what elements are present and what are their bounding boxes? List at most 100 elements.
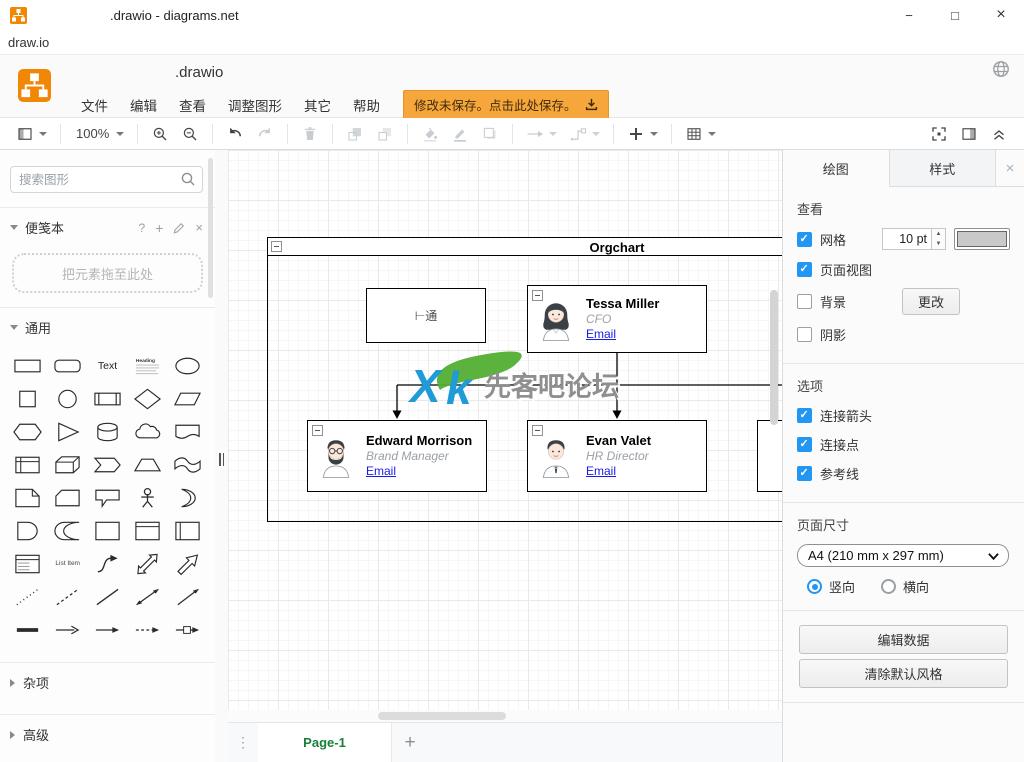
shape-actor[interactable] [127,481,167,514]
shape-bidirectional-arrow[interactable] [127,547,167,580]
toolbar-shadow-button[interactable] [475,122,505,146]
menu-view[interactable]: 查看 [168,91,217,119]
toolbar-line-color-button[interactable] [445,122,475,146]
clear-default-style-button[interactable]: 清除默认风格 [799,659,1008,688]
scratchpad-dropzone[interactable]: 把元素拖至此处 [12,253,203,293]
shape-container[interactable] [88,514,128,547]
page-tab-1[interactable]: Page-1 [258,723,392,762]
canvas-horizontal-scrollbar[interactable] [228,710,782,722]
email-link[interactable]: Email [586,464,616,479]
shape-cloud[interactable] [127,415,167,448]
shape-parallelogram[interactable] [167,382,207,415]
grid-checkbox[interactable] [797,232,812,247]
shape-dashed-arrow[interactable] [127,613,167,646]
orgchart-node-edward[interactable]: Edward Morrison Brand Manager Email [307,420,487,492]
shape-square[interactable] [8,382,48,415]
shape-or[interactable] [167,481,207,514]
stepper-up-icon[interactable]: ▲ [932,229,945,239]
portrait-radio[interactable]: 竖向 [807,577,855,596]
toolbar-collapse-expand-button[interactable] [984,122,1014,146]
change-background-button[interactable]: 更改 [902,288,960,315]
shape-cube[interactable] [48,448,88,481]
toolbar-zoom-in-button[interactable] [145,122,175,146]
paper-size-select[interactable]: A4 (210 mm x 297 mm) [797,544,1009,567]
collapse-node-icon[interactable] [312,425,323,436]
menu-extras[interactable]: 其它 [293,91,342,119]
guides-checkbox[interactable] [797,466,812,481]
shape-arrow-shape[interactable] [167,547,207,580]
canvas-vertical-scrollbar[interactable] [770,290,778,425]
grid-color-swatch[interactable] [954,228,1010,250]
toolbar-pageview-button[interactable] [10,122,53,146]
toolbar-delete-button[interactable] [295,122,325,146]
grid-size-input[interactable] [882,228,932,250]
shadow-checkbox[interactable] [797,327,812,342]
shape-note[interactable] [8,481,48,514]
diagram-canvas[interactable]: Orgchart ⊢通 [228,150,782,710]
language-globe-icon[interactable] [992,60,1010,78]
shape-rectangle[interactable] [8,349,48,382]
shape-arrow-thin[interactable] [88,613,128,646]
shape-list-item[interactable]: List Item [48,547,88,580]
scratchpad-add-icon[interactable]: + [155,220,163,236]
shape-vertical-container[interactable] [167,514,207,547]
shape-directional-connector[interactable] [167,580,207,613]
sidebar-splitter[interactable] [215,150,228,762]
shape-curve[interactable] [88,547,128,580]
orgchart-node-evan[interactable]: Evan Valet HR Director Email [527,420,707,492]
orgchart-node-tessa[interactable]: Tessa Miller CFO Email [527,285,707,353]
tab-style[interactable]: 样式 [890,150,997,186]
connection-arrows-checkbox[interactable] [797,408,812,423]
grid-size-stepper[interactable]: ▲▼ [882,228,946,250]
pages-menu-icon[interactable]: ⋮ [228,723,258,762]
shape-process[interactable] [88,382,128,415]
shape-list[interactable] [8,547,48,580]
shape-data-storage[interactable] [48,514,88,547]
shape-internal-storage[interactable] [8,448,48,481]
section-advanced-header[interactable]: 高级 [0,715,215,752]
menu-help[interactable]: 帮助 [342,91,391,119]
shape-link[interactable] [8,613,48,646]
toolbar-waypoints-button[interactable] [563,122,606,146]
toolbar-to-front-button[interactable] [340,122,370,146]
tab-diagram[interactable]: 绘图 [783,150,890,187]
shape-container-title[interactable] [127,514,167,547]
shape-rounded-rectangle[interactable] [48,349,88,382]
section-misc-header[interactable]: 杂项 [0,663,215,700]
orgchart-node-company[interactable]: ⊢通 [366,288,486,343]
scratchpad-edit-icon[interactable] [173,222,185,234]
menu-arrange[interactable]: 调整图形 [217,91,293,119]
shape-labeled-arrow[interactable] [167,613,207,646]
shape-triangle[interactable] [48,415,88,448]
toolbar-zoom-level-dropdown[interactable]: 100% [68,123,130,144]
menu-file[interactable]: 文件 [70,91,119,119]
shape-ellipse[interactable] [167,349,207,382]
email-link[interactable]: Email [586,327,616,342]
sidebar-scrollbar[interactable] [208,158,213,298]
orgchart-node-partial[interactable] [757,420,782,492]
page-view-checkbox[interactable] [797,262,812,277]
toolbar-zoom-out-button[interactable] [175,122,205,146]
menu-edit[interactable]: 编辑 [119,91,168,119]
toolbar-table-button[interactable] [679,122,722,146]
shape-line[interactable] [88,580,128,613]
shape-callout[interactable] [88,481,128,514]
edit-data-button[interactable]: 编辑数据 [799,625,1008,654]
shape-card[interactable] [48,481,88,514]
shape-cylinder[interactable] [88,415,128,448]
add-page-button[interactable]: + [392,723,428,762]
toolbar-redo-button[interactable] [250,122,280,146]
shape-dotted-line[interactable] [8,580,48,613]
collapse-node-icon[interactable] [532,425,543,436]
toolbar-fullscreen-button[interactable] [924,122,954,146]
collapse-node-icon[interactable] [532,290,543,301]
scratchpad-help-icon[interactable]: ? [139,221,146,235]
unsaved-changes-banner[interactable]: 修改未保存。点击此处保存。 [403,90,609,119]
scratchpad-close-icon[interactable]: × [195,220,203,235]
shape-circle[interactable] [48,382,88,415]
shape-and[interactable] [8,514,48,547]
toolbar-format-panel-button[interactable] [954,122,984,146]
format-panel-close-icon[interactable]: × [996,150,1024,186]
connection-points-checkbox[interactable] [797,437,812,452]
landscape-radio[interactable]: 横向 [881,577,929,596]
